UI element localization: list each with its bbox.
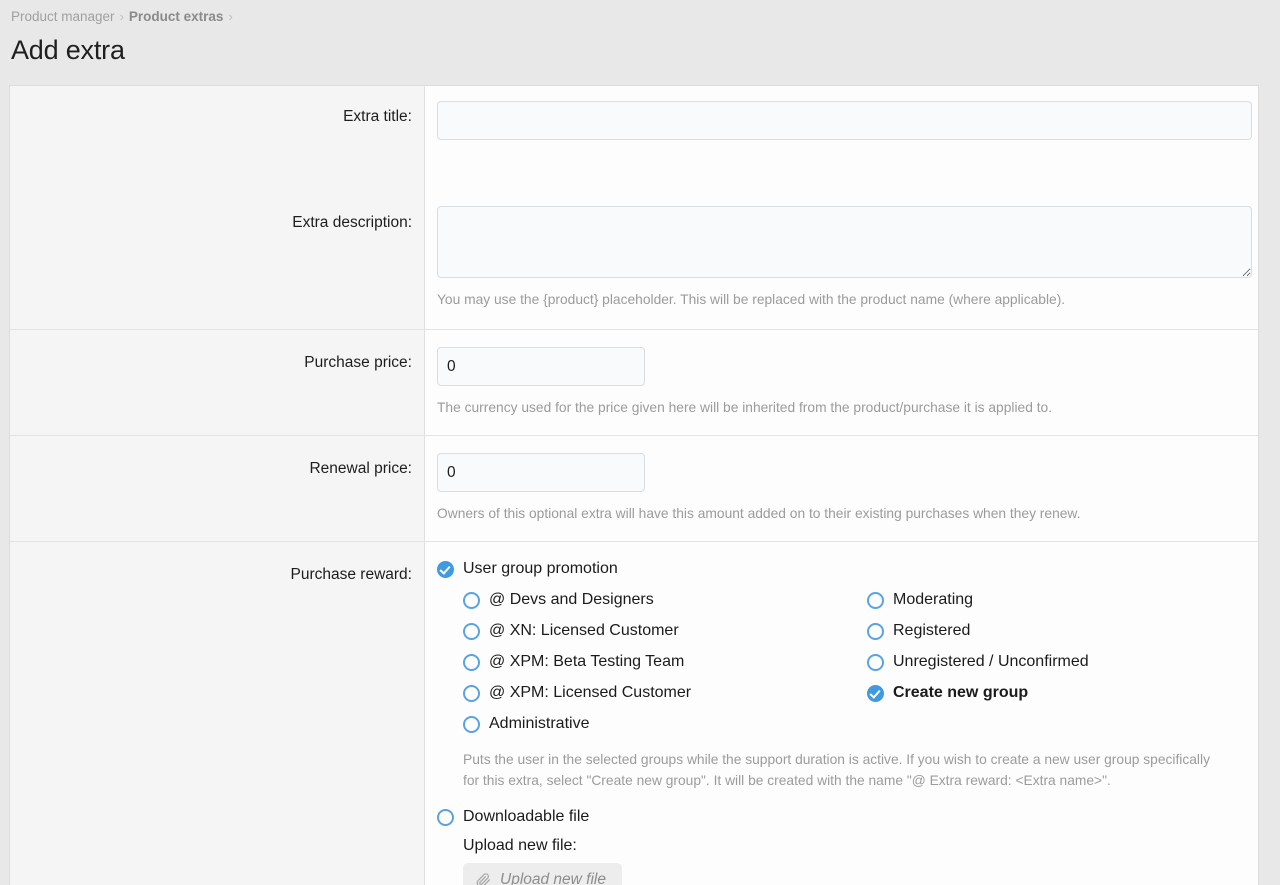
checkbox-group-administrative[interactable]: Administrative bbox=[463, 713, 867, 735]
user-group-list: @ Devs and Designers @ XN: Licensed Cust… bbox=[463, 589, 1246, 744]
purchase-price-hint: The currency used for the price given he… bbox=[437, 398, 1246, 417]
group-label: Unregistered / Unconfirmed bbox=[893, 651, 1089, 673]
purchase-reward-label: Purchase reward: bbox=[10, 542, 425, 885]
upload-new-file-button-label: Upload new file bbox=[500, 871, 606, 885]
checkbox-checked-icon bbox=[437, 561, 454, 578]
checkbox-unchecked-icon bbox=[867, 592, 884, 609]
downloadable-file-block: Downloadable file Upload new file: Uploa… bbox=[437, 806, 1246, 885]
purchase-price-label: Purchase price: bbox=[10, 330, 425, 435]
upload-new-file-button[interactable]: Upload new file bbox=[463, 863, 622, 885]
checkbox-unchecked-icon bbox=[437, 809, 454, 826]
checkbox-unchecked-icon bbox=[463, 685, 480, 702]
form-row-extra-description: Extra description: You may use the {prod… bbox=[10, 154, 1258, 329]
checkbox-unchecked-icon bbox=[463, 654, 480, 671]
group-label: Create new group bbox=[893, 682, 1028, 704]
checkbox-unchecked-icon bbox=[867, 623, 884, 640]
page-title: Add extra bbox=[0, 25, 1280, 67]
extra-title-label: Extra title: bbox=[10, 86, 425, 154]
checkbox-group-create-new-group[interactable]: Create new group bbox=[867, 682, 1247, 704]
downloadable-file-label: Downloadable file bbox=[463, 806, 589, 828]
breadcrumb-separator-icon: › bbox=[120, 9, 124, 24]
group-label: @ XN: Licensed Customer bbox=[489, 620, 679, 642]
renewal-price-input[interactable] bbox=[437, 453, 645, 492]
add-extra-form-panel: Extra title: Extra description: You may … bbox=[9, 85, 1259, 885]
group-label: @ XPM: Beta Testing Team bbox=[489, 651, 684, 673]
form-row-purchase-reward: Purchase reward: User group promotion @ … bbox=[10, 541, 1258, 885]
checkbox-unchecked-icon bbox=[463, 716, 480, 733]
checkbox-checked-icon bbox=[867, 685, 884, 702]
renewal-price-label: Renewal price: bbox=[10, 436, 425, 541]
purchase-price-input[interactable] bbox=[437, 347, 645, 386]
checkbox-group-xn-licensed-customer[interactable]: @ XN: Licensed Customer bbox=[463, 620, 867, 642]
extra-title-input[interactable] bbox=[437, 101, 1252, 140]
extra-description-textarea[interactable] bbox=[437, 206, 1252, 278]
user-group-column-left: @ Devs and Designers @ XN: Licensed Cust… bbox=[463, 589, 867, 744]
paperclip-icon bbox=[476, 873, 491, 885]
checkbox-unchecked-icon bbox=[867, 654, 884, 671]
group-label: Registered bbox=[893, 620, 970, 642]
renewal-price-hint: Owners of this optional extra will have … bbox=[437, 504, 1246, 523]
group-label: @ Devs and Designers bbox=[489, 589, 654, 611]
user-group-promotion-label: User group promotion bbox=[463, 558, 618, 580]
checkbox-unchecked-icon bbox=[463, 623, 480, 640]
checkbox-group-xpm-beta-testing-team[interactable]: @ XPM: Beta Testing Team bbox=[463, 651, 867, 673]
group-label: Moderating bbox=[893, 589, 973, 611]
checkbox-group-unregistered-unconfirmed[interactable]: Unregistered / Unconfirmed bbox=[867, 651, 1247, 673]
group-label: @ XPM: Licensed Customer bbox=[489, 682, 691, 704]
user-group-column-right: Moderating Registered Unregistered / Unc… bbox=[867, 589, 1247, 744]
checkbox-group-devs-and-designers[interactable]: @ Devs and Designers bbox=[463, 589, 867, 611]
breadcrumb: Product manager › Product extras › bbox=[0, 0, 1280, 25]
form-row-purchase-price: Purchase price: The currency used for th… bbox=[10, 329, 1258, 435]
upload-new-file-label: Upload new file: bbox=[463, 837, 1246, 855]
checkbox-unchecked-icon bbox=[463, 592, 480, 609]
checkbox-user-group-promotion[interactable]: User group promotion bbox=[437, 558, 1246, 580]
breadcrumb-item-product-extras[interactable]: Product extras bbox=[129, 9, 224, 24]
checkbox-group-moderating[interactable]: Moderating bbox=[867, 589, 1247, 611]
checkbox-downloadable-file[interactable]: Downloadable file bbox=[437, 806, 1246, 828]
user-group-promotion-hint: Puts the user in the selected groups whi… bbox=[463, 749, 1223, 791]
checkbox-group-registered[interactable]: Registered bbox=[867, 620, 1247, 642]
checkbox-group-xpm-licensed-customer[interactable]: @ XPM: Licensed Customer bbox=[463, 682, 867, 704]
group-label: Administrative bbox=[489, 713, 589, 735]
breadcrumb-item-product-manager[interactable]: Product manager bbox=[11, 9, 115, 24]
extra-description-hint: You may use the {product} placeholder. T… bbox=[437, 290, 1246, 309]
breadcrumb-separator-icon: › bbox=[228, 9, 232, 24]
form-row-renewal-price: Renewal price: Owners of this optional e… bbox=[10, 435, 1258, 541]
extra-description-label: Extra description: bbox=[10, 154, 425, 329]
form-row-extra-title: Extra title: bbox=[10, 86, 1258, 154]
